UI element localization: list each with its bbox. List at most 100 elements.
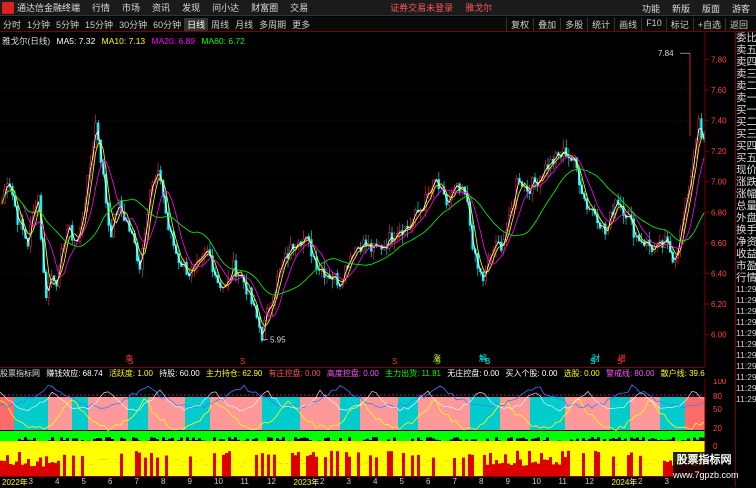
yellow-bar bbox=[513, 441, 516, 464]
yellow-bar bbox=[633, 441, 636, 462]
menu-item-discover[interactable]: 发现 bbox=[182, 1, 200, 14]
red-bar bbox=[486, 464, 489, 476]
x-axis-label: 7 bbox=[452, 477, 457, 486]
yellow-bar bbox=[396, 441, 399, 461]
menu-item-news[interactable]: 资讯 bbox=[152, 1, 170, 14]
multi-stock-button[interactable]: 多股 bbox=[560, 18, 587, 31]
green-bar bbox=[174, 431, 177, 442]
tick-time: 11:29 bbox=[736, 317, 756, 327]
f10-button[interactable]: F10 bbox=[641, 18, 666, 31]
candlestick-chart[interactable]: 7.80 7.60 7.40 7.20 7.00 6.80 6.60 6.40 6.20 6.00… bbox=[0, 32, 735, 367]
yellow-bar bbox=[42, 441, 45, 467]
green-bar bbox=[234, 431, 237, 438]
red-spike bbox=[369, 455, 372, 476]
green-bar bbox=[39, 431, 42, 442]
yellow-bar bbox=[531, 441, 534, 463]
ma20-label: MA20: 6.89 bbox=[151, 36, 196, 46]
menu-item-wealth[interactable]: 财富圈 bbox=[251, 1, 278, 14]
red-bar bbox=[33, 466, 36, 476]
indicator-chart[interactable]: 100 80 50 20 0 bbox=[0, 379, 735, 476]
tab-weekly[interactable]: 周线 bbox=[208, 18, 232, 31]
login-notice[interactable]: 证券交易未登录 bbox=[390, 1, 453, 14]
quote-field-label: 买一 bbox=[736, 104, 756, 116]
green-bar bbox=[393, 431, 396, 438]
bookmark-button[interactable]: 标记 bbox=[665, 18, 693, 31]
red-bar bbox=[654, 459, 657, 476]
red-bar bbox=[24, 463, 27, 476]
yellow-bar bbox=[54, 441, 57, 463]
green-bar bbox=[642, 431, 645, 438]
tab-more[interactable]: 更多 bbox=[289, 18, 313, 31]
red-bar bbox=[303, 463, 306, 476]
green-bar bbox=[72, 431, 75, 439]
guest-menu[interactable]: 游客 bbox=[732, 2, 750, 15]
green-bar bbox=[594, 431, 597, 440]
yellow-bar bbox=[393, 441, 396, 465]
red-bar bbox=[159, 462, 162, 476]
green-bar bbox=[330, 431, 333, 441]
tab-1min[interactable]: 1分钟 bbox=[24, 18, 53, 31]
menu-item-ask[interactable]: 问小达 bbox=[212, 1, 239, 14]
new-version-menu[interactable]: 新版 bbox=[672, 2, 690, 15]
red-spike bbox=[528, 450, 531, 476]
tab-timeshare[interactable]: 分时 bbox=[0, 18, 24, 31]
zone-band bbox=[262, 397, 300, 430]
overlay-button[interactable]: 叠加 bbox=[533, 18, 560, 31]
green-bar bbox=[606, 431, 609, 442]
red-bar bbox=[51, 462, 54, 476]
green-bar bbox=[402, 431, 405, 442]
tab-30min[interactable]: 30分钟 bbox=[116, 18, 150, 31]
tab-15min[interactable]: 15分钟 bbox=[82, 18, 116, 31]
red-spike bbox=[597, 452, 600, 476]
x-axis-label: 2 bbox=[320, 477, 325, 486]
tab-daily[interactable]: 日线 bbox=[184, 17, 209, 31]
green-bar bbox=[18, 431, 21, 439]
signal-marker: S bbox=[392, 357, 397, 366]
layout-menu[interactable]: 版面 bbox=[702, 2, 720, 15]
green-bar bbox=[441, 431, 444, 443]
tab-60min[interactable]: 60分钟 bbox=[150, 18, 184, 31]
red-bar bbox=[378, 460, 381, 476]
yellow-bar bbox=[525, 441, 528, 466]
function-menu[interactable]: 功能 bbox=[642, 2, 660, 15]
restore-rights-button[interactable]: 复权 bbox=[506, 18, 533, 31]
red-spike bbox=[144, 457, 147, 476]
green-bar bbox=[201, 431, 204, 441]
indicator-item[interactable]: 股票指标网 bbox=[0, 369, 40, 378]
draw-line-button[interactable]: 画线 bbox=[614, 18, 641, 31]
red-bar bbox=[78, 466, 81, 476]
yellow-bar bbox=[300, 441, 303, 461]
yellow-bar bbox=[378, 441, 381, 461]
indicator-item: 警戒线: 80.00 bbox=[605, 369, 655, 378]
yellow-bar bbox=[237, 441, 240, 464]
yellow-bar bbox=[141, 441, 144, 461]
yellow-bar bbox=[216, 441, 219, 462]
menu-item-quotes[interactable]: 行情 bbox=[92, 1, 110, 14]
menu-item-trade[interactable]: 交易 bbox=[290, 1, 308, 14]
green-bar bbox=[321, 431, 324, 442]
red-bar bbox=[447, 461, 450, 476]
tab-5min[interactable]: 5分钟 bbox=[53, 18, 82, 31]
green-bar bbox=[243, 431, 246, 441]
tab-monthly[interactable]: 月线 bbox=[232, 18, 256, 31]
red-bar bbox=[657, 461, 660, 476]
red-bar bbox=[414, 459, 417, 476]
yellow-bar bbox=[249, 441, 252, 460]
green-bar bbox=[693, 431, 696, 438]
red-bar bbox=[333, 466, 336, 476]
yellow-bar bbox=[162, 441, 165, 460]
yellow-bar bbox=[600, 441, 603, 462]
back-button[interactable]: 返回 bbox=[724, 18, 752, 31]
yellow-bar bbox=[33, 441, 36, 467]
yellow-bar bbox=[243, 441, 246, 463]
green-bar bbox=[282, 431, 285, 438]
add-watchlist-button[interactable]: +自选 bbox=[692, 18, 725, 31]
x-axis-label: 2023年 bbox=[293, 478, 320, 487]
green-bar bbox=[369, 431, 372, 441]
statistics-button[interactable]: 统计 bbox=[587, 18, 614, 31]
menu-item-market[interactable]: 市场 bbox=[122, 1, 140, 14]
red-spike bbox=[390, 451, 393, 476]
green-bar bbox=[255, 431, 258, 439]
yellow-bar bbox=[606, 441, 609, 463]
tab-multi-period[interactable]: 多周期 bbox=[256, 18, 289, 31]
